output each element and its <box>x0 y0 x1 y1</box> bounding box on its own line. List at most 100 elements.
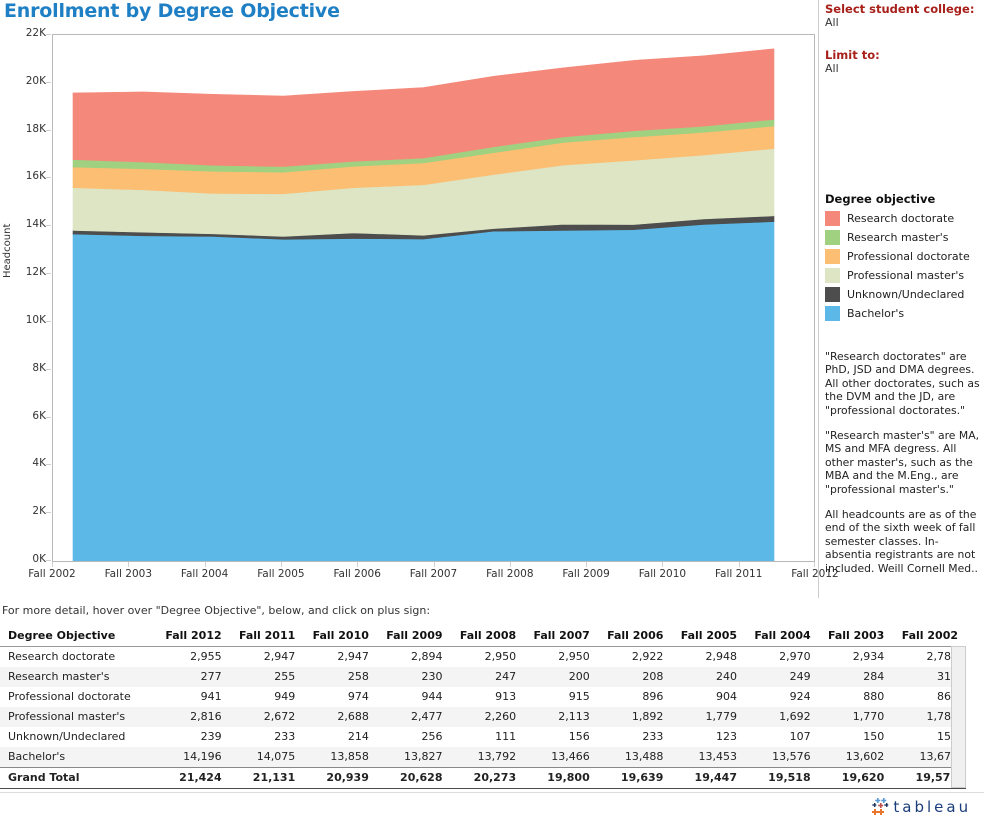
x-axis-tick-mark <box>128 562 130 567</box>
x-axis-tick-label: Fall 2006 <box>333 568 381 580</box>
legend-item-label: Professional master's <box>847 269 965 282</box>
y-axis-tick-label: 12K <box>25 266 46 279</box>
table-row-label[interactable]: Research doctorate <box>0 647 156 668</box>
x-axis-tick-mark <box>433 562 435 567</box>
area-band[interactable] <box>72 221 775 561</box>
legend: Degree objective Research doctorate Resea… <box>819 192 984 323</box>
table-row-label[interactable]: Research master's <box>0 667 156 687</box>
table-cell: 239 <box>200 730 222 743</box>
table-row-label[interactable]: Bachelor's <box>0 747 156 768</box>
column-header[interactable]: Fall 2006 <box>597 626 672 647</box>
legend-item-label: Professional doctorate <box>847 250 970 263</box>
filter-label: Limit to: <box>825 48 880 62</box>
chart-plot-area[interactable] <box>52 34 815 562</box>
table-cell: 2,955 <box>190 650 222 663</box>
table-vertical-scrollbar[interactable] <box>951 646 966 788</box>
table-row[interactable]: Professional doctorate 941 949 974 944 913 915… <box>0 687 966 707</box>
table-total-row: Grand Total 21,424 21,131 20,939 20,628 20,27… <box>0 767 966 788</box>
column-header[interactable]: Fall 2007 <box>524 626 598 647</box>
x-axis: Fall 2002 Fall 2003 Fall 2004 Fall 2005 Fall… <box>28 562 839 592</box>
table-header-row: Degree Objective Fall 2012 Fall 2011 Fal… <box>0 626 966 647</box>
y-axis-tick-mark <box>46 81 51 83</box>
table-total-cell: 21,424 <box>156 767 230 788</box>
column-header[interactable]: Fall 2005 <box>671 626 745 647</box>
column-header[interactable]: Fall 2011 <box>229 626 304 647</box>
column-header-degree-objective[interactable]: Degree Objective <box>0 626 156 647</box>
table-cell: 949 <box>274 690 296 703</box>
y-axis-tick-label: 18K <box>25 122 46 135</box>
x-axis-tick-mark <box>204 562 206 567</box>
legend-item[interactable]: Professional master's <box>819 266 984 285</box>
x-axis-tick-label: Fall 2004 <box>180 568 229 580</box>
legend-item[interactable]: Research master's <box>819 228 984 247</box>
table-cell: 2,113 <box>524 707 598 727</box>
table-total-cell: 21,131 <box>229 767 304 788</box>
x-axis-tick-label: Fall 2009 <box>562 568 610 580</box>
table-row[interactable]: Research master's 277 255 258 230 247 200 208 24… <box>0 667 966 687</box>
table-cell: 277 <box>156 667 230 687</box>
table-row[interactable]: Unknown/Undeclared 239 233 214 256 111 156 233 1… <box>0 727 966 747</box>
table-body: Research doctorate 2,955 2,947 2,947 2,894 2,… <box>0 647 966 788</box>
table-bottom-rule <box>0 788 966 789</box>
table-cell: 2,970 <box>779 650 811 663</box>
column-header[interactable]: Fall 2010 <box>303 626 377 647</box>
y-axis-tick-label: 16K <box>25 170 46 183</box>
x-axis-tick-mark <box>662 562 664 567</box>
column-header[interactable]: Fall 2009 <box>376 626 451 647</box>
table-cell: 13,858 <box>303 747 377 768</box>
filter-limit-to[interactable]: Limit to: All <box>819 48 984 75</box>
tableau-logo[interactable]: tableau <box>871 797 974 817</box>
legend-items: Research doctorate Research master's Profe… <box>819 209 984 323</box>
legend-item[interactable]: Bachelor's <box>819 304 984 323</box>
table-total-cell: 20,273 <box>450 767 525 788</box>
table-cell: 2,947 <box>263 650 296 663</box>
filter-label: Select student college: <box>825 2 975 16</box>
y-axis-tick-mark <box>46 225 51 227</box>
table-cell: 915 <box>568 690 590 703</box>
table-cell: 13,466 <box>524 747 598 768</box>
legend-item[interactable]: Unknown/Undeclared <box>819 285 984 304</box>
column-header[interactable]: Fall 2008 <box>450 626 525 647</box>
table-total-cell: 19,800 <box>524 767 598 788</box>
legend-item[interactable]: Research doctorate <box>819 209 984 228</box>
table-cell: 1,770 <box>818 707 893 727</box>
legend-color-swatch <box>825 249 840 264</box>
table-cell: 13,453 <box>671 747 745 768</box>
page-title: Enrollment by Degree Objective <box>4 0 340 22</box>
x-axis-tick-label: Fall 2002 <box>28 568 76 580</box>
filter-value[interactable]: All <box>819 62 984 75</box>
table-total-cell: 19,518 <box>745 767 819 788</box>
column-header[interactable]: Fall 2003 <box>818 626 893 647</box>
legend-item-label: Unknown/Undeclared <box>847 288 965 301</box>
x-axis-tick-mark <box>280 562 282 567</box>
table-row-label[interactable]: Professional doctorate <box>0 687 156 707</box>
table-cell: 249 <box>745 667 819 687</box>
x-axis-tick-label: Fall 2003 <box>104 568 152 580</box>
y-axis-tick-label: 22K <box>25 27 46 39</box>
table-row-label[interactable]: Unknown/Undeclared <box>0 727 156 747</box>
y-axis-tick-mark <box>46 320 51 322</box>
column-header[interactable]: Fall 2012 <box>156 626 230 647</box>
column-header[interactable]: Fall 2002 <box>892 626 966 647</box>
table-total-cell: 19,620 <box>818 767 893 788</box>
table-row[interactable]: Research doctorate 2,955 2,947 2,947 2,894 2,… <box>0 647 966 668</box>
column-header[interactable]: Fall 2004 <box>745 626 819 647</box>
y-axis-tick-mark <box>46 560 51 561</box>
y-axis-tick-mark <box>46 129 51 131</box>
table-row[interactable]: Bachelor's 14,196 14,075 13,858 13,827 13,792… <box>0 747 966 768</box>
filter-value[interactable]: All <box>819 16 984 29</box>
table-cell: 2,477 <box>376 707 451 727</box>
filter-select-student-college[interactable]: Select student college: All <box>819 2 984 29</box>
area-chart: Headcount 0K 2K 4K 6K 8K 10K 12K 14K 16K 18K 20K 22… <box>0 27 839 598</box>
tableau-wordmark: tableau <box>893 798 972 816</box>
table-row-label[interactable]: Professional master's <box>0 707 156 727</box>
y-axis-tick-mark <box>46 273 51 275</box>
note-headcounts: All headcounts are as of the end of the … <box>825 508 978 575</box>
y-axis-tick-label: 10K <box>25 313 46 326</box>
legend-item[interactable]: Professional doctorate <box>819 247 984 266</box>
table-cell: 240 <box>671 667 745 687</box>
legend-item-label: Bachelor's <box>847 307 905 320</box>
table-cell: 2,894 <box>411 650 443 663</box>
table-cell: 13,488 <box>597 747 672 768</box>
table-row[interactable]: Professional master's 2,816 2,672 2,688 2,47… <box>0 707 966 727</box>
